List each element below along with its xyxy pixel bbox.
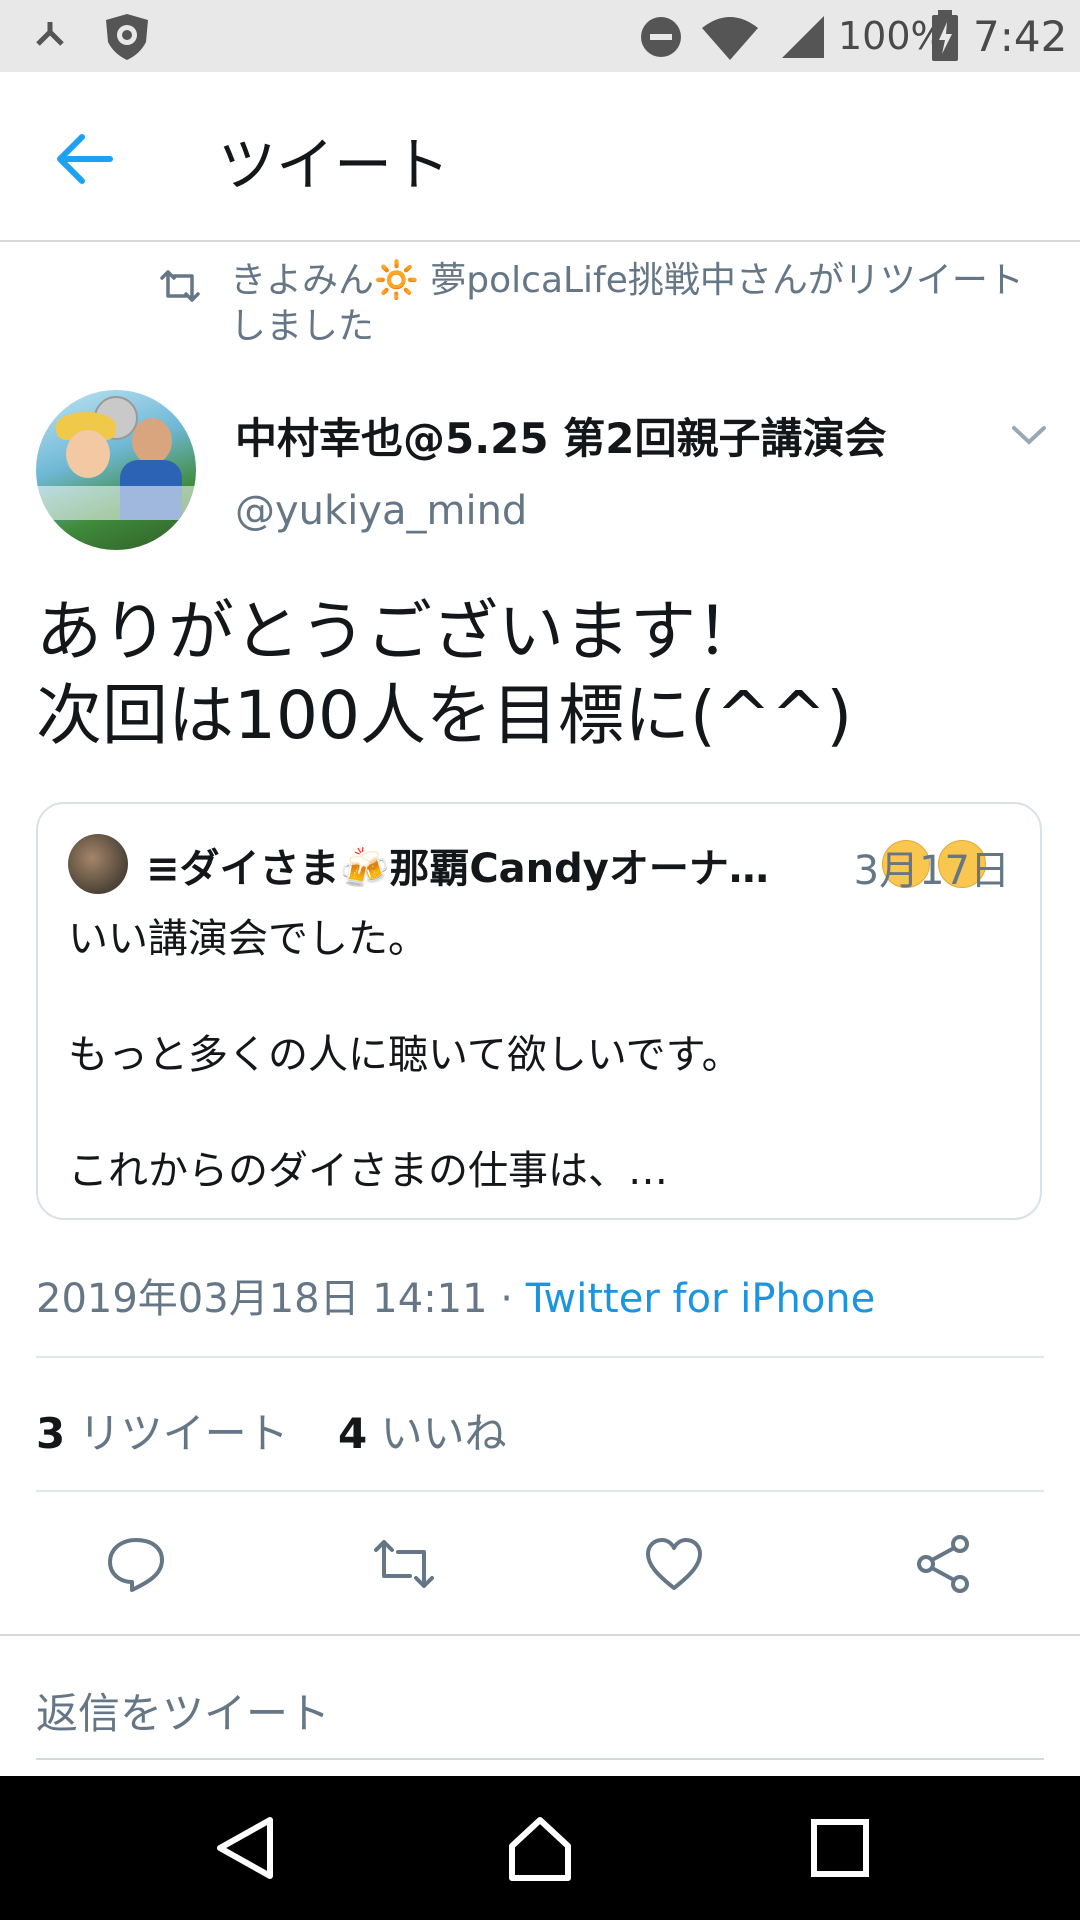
battery-icon bbox=[932, 10, 958, 61]
home-nav-icon[interactable] bbox=[504, 1812, 576, 1884]
divider bbox=[36, 1490, 1044, 1492]
timestamp: 2019年03月18日 14:11 · bbox=[36, 1276, 526, 1322]
page-title: ツイート bbox=[218, 131, 451, 199]
retweet-small-icon bbox=[160, 270, 200, 302]
quoted-avatar bbox=[68, 834, 128, 894]
chevron-down-icon[interactable] bbox=[1010, 420, 1048, 450]
quoted-text-line: これからのダイさまの仕事は、… bbox=[68, 1148, 668, 1194]
like-count[interactable]: 4 bbox=[338, 1409, 367, 1458]
app-header: ツイート bbox=[0, 72, 1080, 242]
back-nav-icon[interactable] bbox=[210, 1812, 282, 1884]
shield-icon bbox=[106, 14, 148, 60]
share-icon[interactable] bbox=[912, 1532, 976, 1596]
quoted-text-line: いい講演会でした。 bbox=[68, 916, 428, 962]
divider bbox=[36, 1356, 1044, 1358]
reply-underline bbox=[36, 1758, 1044, 1760]
retweet-count[interactable]: 3 bbox=[36, 1409, 65, 1458]
retweet-label[interactable]: リツイート bbox=[79, 1409, 289, 1458]
download-icon bbox=[36, 22, 64, 46]
quoted-text-line: もっと多くの人に聴いて欲しいです。 bbox=[68, 1032, 742, 1078]
like-heart-icon[interactable] bbox=[642, 1532, 706, 1596]
author-name[interactable]: 中村幸也@5.25 第2回親子講演会 bbox=[235, 405, 886, 466]
quoted-tweet[interactable]: ≡ダイさま🍻那覇Candyオーナ… 3月17日 いい講演会でした。 もっと多くの… bbox=[36, 802, 1042, 1220]
signal-icon bbox=[782, 16, 824, 58]
wifi-icon bbox=[702, 17, 758, 60]
tweet-meta: 2019年03月18日 14:11 · Twitter for iPhone bbox=[36, 1266, 875, 1324]
back-arrow-icon[interactable] bbox=[50, 124, 120, 194]
system-nav-bar bbox=[0, 1776, 1080, 1920]
author-avatar[interactable] bbox=[36, 390, 196, 550]
tweet-stats: 3 リツイート 4 いいね bbox=[36, 1400, 507, 1461]
divider bbox=[0, 1634, 1080, 1636]
like-label[interactable]: いいね bbox=[381, 1409, 507, 1458]
quoted-date: 3月17日 bbox=[853, 848, 1010, 894]
reply-icon[interactable] bbox=[104, 1532, 168, 1596]
status-bar: 100% 7:42 bbox=[0, 0, 1080, 72]
dnd-icon bbox=[641, 17, 681, 57]
tweet-text: ありがとうございます！ 次回は100人を目標に(^^) bbox=[36, 593, 853, 754]
retweet-icon[interactable] bbox=[372, 1532, 436, 1596]
retweeted-by-text[interactable]: きよみん🔆 夢polcaLife挑戦中さんがリツイートしました bbox=[230, 258, 1040, 350]
source-link[interactable]: Twitter for iPhone bbox=[526, 1276, 876, 1322]
clock: 7:42 bbox=[973, 12, 1068, 61]
reply-input[interactable]: 返信をツイート bbox=[36, 1680, 330, 1741]
author-handle[interactable]: @yukiya_mind bbox=[235, 488, 527, 534]
quoted-author-name: ≡ダイさま🍻那覇Candyオーナ… bbox=[146, 846, 769, 892]
recents-nav-icon[interactable] bbox=[804, 1812, 876, 1884]
